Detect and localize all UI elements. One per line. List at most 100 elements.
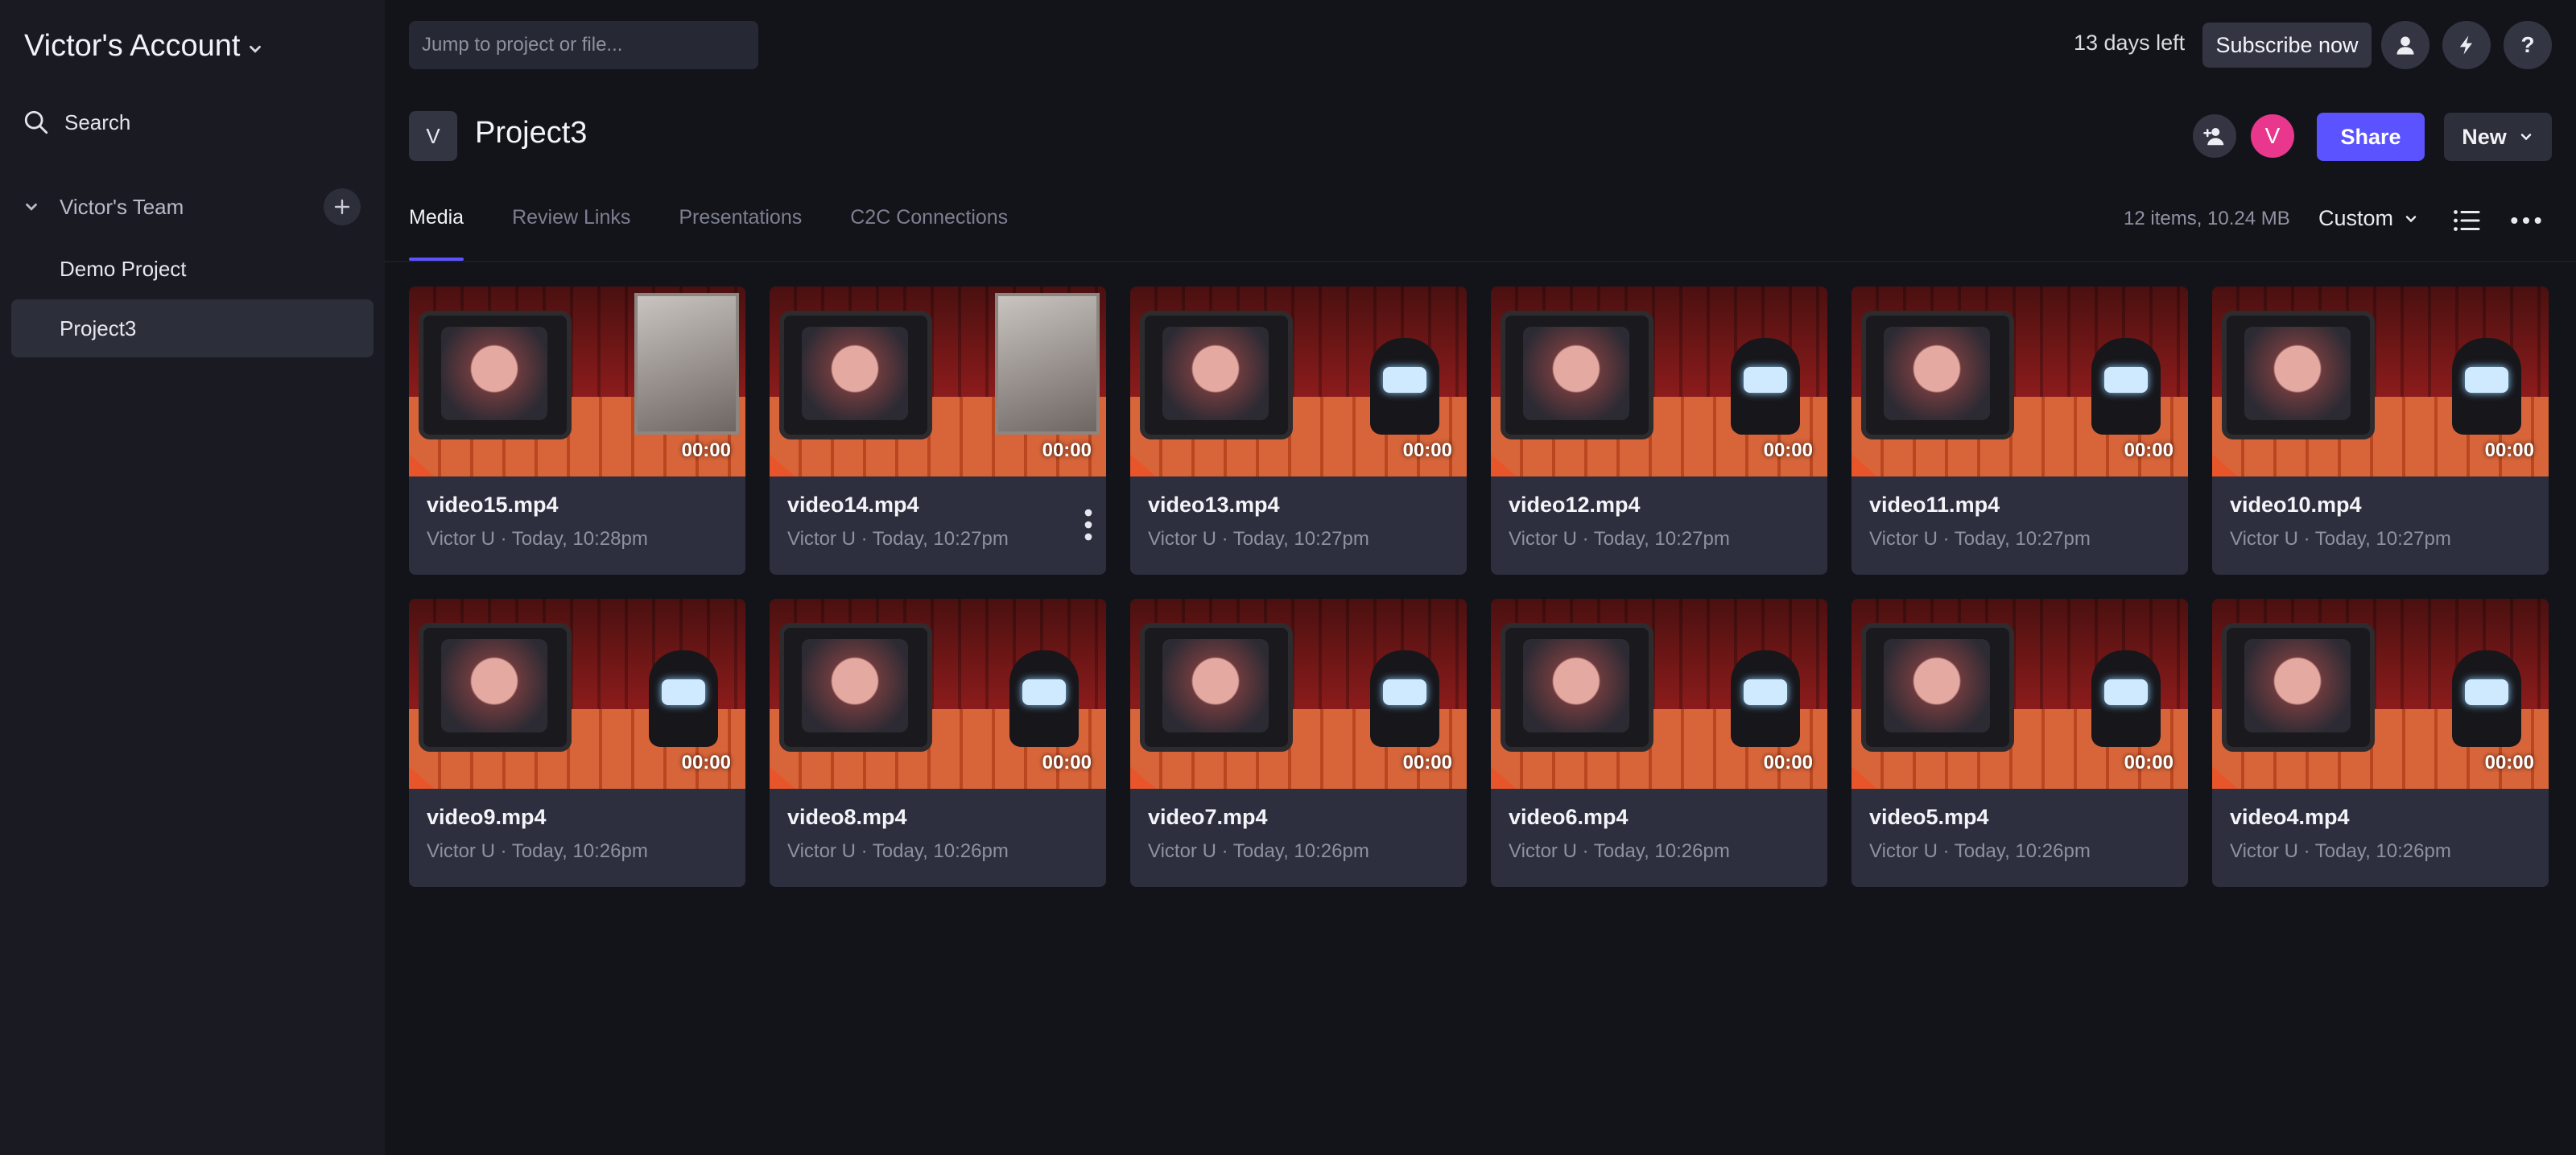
duration-badge: 00:00 [2124, 752, 2174, 773]
media-card[interactable]: 00:00 video14.mp4 Victor U · Today, 10:2… [770, 287, 1106, 575]
sort-dropdown[interactable]: Custom [2318, 206, 2419, 231]
media-card[interactable]: 00:00 video13.mp4 Victor U · Today, 10:2… [1130, 287, 1467, 575]
thumbnail-screen [1884, 327, 1990, 420]
project-badge: V [409, 111, 457, 161]
media-card[interactable]: 00:00 video5.mp4 Victor U · Today, 10:26… [1852, 599, 2188, 887]
tab-review-links[interactable]: Review Links [512, 203, 630, 261]
help-button[interactable]: ? [2504, 21, 2552, 69]
tab-presentations[interactable]: Presentations [679, 203, 802, 261]
media-card[interactable]: 00:00 video15.mp4 Victor U · Today, 10:2… [409, 287, 745, 575]
team-section[interactable]: Victor's Team [23, 188, 361, 225]
thumbnail-tv [1501, 623, 1653, 752]
share-button[interactable]: Share [2317, 113, 2425, 161]
thumbnail-screen [1523, 327, 1629, 420]
duration-badge: 00:00 [681, 439, 731, 461]
avatar[interactable]: V [2251, 114, 2294, 158]
tab-c2c-connections[interactable]: C2C Connections [850, 203, 1008, 261]
invite-button[interactable] [2193, 114, 2236, 158]
video-thumbnail[interactable]: 00:00 [1852, 287, 2188, 476]
media-card[interactable]: 00:00 video6.mp4 Victor U · Today, 10:26… [1491, 599, 1827, 887]
divider [385, 261, 2576, 262]
thumbnail-corner [409, 766, 435, 789]
subscribe-button[interactable]: Subscribe now [2202, 23, 2372, 68]
media-file-meta: Victor U · Today, 10:27pm [787, 528, 1009, 550]
media-file-name[interactable]: video4.mp4 [2230, 805, 2350, 830]
sidebar: Victor's Account Search Victor's Team De… [0, 0, 385, 1155]
video-thumbnail[interactable]: 00:00 [770, 599, 1106, 789]
media-file-name[interactable]: video10.mp4 [2230, 493, 2362, 518]
thumbnail-robot [2452, 338, 2521, 435]
account-icon [2396, 36, 2414, 55]
new-button[interactable]: New [2444, 113, 2552, 161]
video-thumbnail[interactable]: 00:00 [409, 599, 745, 789]
media-file-name[interactable]: video13.mp4 [1148, 493, 1280, 518]
thumbnail-corner [1852, 454, 1877, 476]
video-thumbnail[interactable]: 00:00 [2212, 287, 2549, 476]
media-file-name[interactable]: video6.mp4 [1509, 805, 1629, 830]
video-thumbnail[interactable]: 00:00 [770, 287, 1106, 476]
thumbnail-robot [1731, 650, 1800, 747]
thumbnail-tv [779, 311, 932, 439]
more-options-icon[interactable] [1084, 509, 1093, 541]
media-file-meta: Victor U · Today, 10:26pm [787, 840, 1009, 862]
more-options-icon[interactable] [2510, 208, 2542, 233]
media-card[interactable]: 00:00 video4.mp4 Victor U · Today, 10:26… [2212, 599, 2549, 887]
video-thumbnail[interactable]: 00:00 [1491, 599, 1827, 789]
media-file-name[interactable]: video12.mp4 [1509, 493, 1641, 518]
thumbnail-tv [2222, 311, 2375, 439]
trial-remaining-text: 13 days left [2074, 31, 2186, 55]
media-file-name[interactable]: video5.mp4 [1869, 805, 1989, 830]
account-switcher[interactable]: Victor's Account [24, 24, 264, 68]
thumbnail-tv [2222, 623, 2375, 752]
activity-button[interactable] [2442, 21, 2491, 69]
thumbnail-corner [2212, 766, 2238, 789]
sidebar-item-demo-project[interactable]: Demo Project [11, 240, 374, 298]
thumbnail-corner [1491, 766, 1517, 789]
thumbnail-poster [634, 293, 739, 435]
media-card[interactable]: 00:00 video11.mp4 Victor U · Today, 10:2… [1852, 287, 2188, 575]
plus-icon [334, 199, 350, 215]
tab-media[interactable]: Media [409, 203, 464, 261]
jump-search-input[interactable] [409, 21, 758, 69]
add-project-button[interactable] [324, 188, 361, 225]
thumbnail-robot [1731, 338, 1800, 435]
media-card[interactable]: 00:00 video12.mp4 Victor U · Today, 10:2… [1491, 287, 1827, 575]
media-card[interactable]: 00:00 video7.mp4 Victor U · Today, 10:26… [1130, 599, 1467, 887]
media-file-name[interactable]: video15.mp4 [427, 493, 559, 518]
thumbnail-tv [1140, 311, 1293, 439]
media-file-name[interactable]: video14.mp4 [787, 493, 919, 518]
duration-badge: 00:00 [1042, 439, 1092, 461]
account-button[interactable] [2381, 21, 2429, 69]
sidebar-item-project3[interactable]: Project3 [11, 299, 374, 357]
thumbnail-corner [1130, 766, 1156, 789]
thumbnail-corner [1852, 766, 1877, 789]
thumbnail-robot [649, 650, 718, 747]
thumbnail-robot [2091, 650, 2161, 747]
chevron-down-icon[interactable] [23, 198, 40, 216]
thumbnail-screen [2244, 639, 2351, 732]
duration-badge: 00:00 [1402, 752, 1452, 773]
sort-label: Custom [2318, 206, 2394, 230]
media-card[interactable]: 00:00 video10.mp4 Victor U · Today, 10:2… [2212, 287, 2549, 575]
video-thumbnail[interactable]: 00:00 [1852, 599, 2188, 789]
video-thumbnail[interactable]: 00:00 [409, 287, 745, 476]
media-card[interactable]: 00:00 video8.mp4 Victor U · Today, 10:26… [770, 599, 1106, 887]
video-thumbnail[interactable]: 00:00 [1491, 287, 1827, 476]
video-thumbnail[interactable]: 00:00 [1130, 287, 1467, 476]
media-card[interactable]: 00:00 video9.mp4 Victor U · Today, 10:26… [409, 599, 745, 887]
media-file-name[interactable]: video8.mp4 [787, 805, 907, 830]
duration-badge: 00:00 [2484, 439, 2534, 461]
duration-badge: 00:00 [2124, 439, 2174, 461]
video-thumbnail[interactable]: 00:00 [1130, 599, 1467, 789]
media-file-meta: Victor U · Today, 10:26pm [1869, 840, 2091, 862]
video-thumbnail[interactable]: 00:00 [2212, 599, 2549, 789]
thumbnail-corner [770, 454, 795, 476]
thumbnail-corner [770, 766, 795, 789]
sidebar-search[interactable]: Search [23, 106, 130, 138]
list-view-icon[interactable] [2452, 206, 2481, 235]
media-file-name[interactable]: video7.mp4 [1148, 805, 1268, 830]
media-file-name[interactable]: video9.mp4 [427, 805, 547, 830]
media-file-name[interactable]: video11.mp4 [1869, 493, 2000, 518]
thumbnail-screen [802, 327, 908, 420]
thumbnail-screen [1523, 639, 1629, 732]
